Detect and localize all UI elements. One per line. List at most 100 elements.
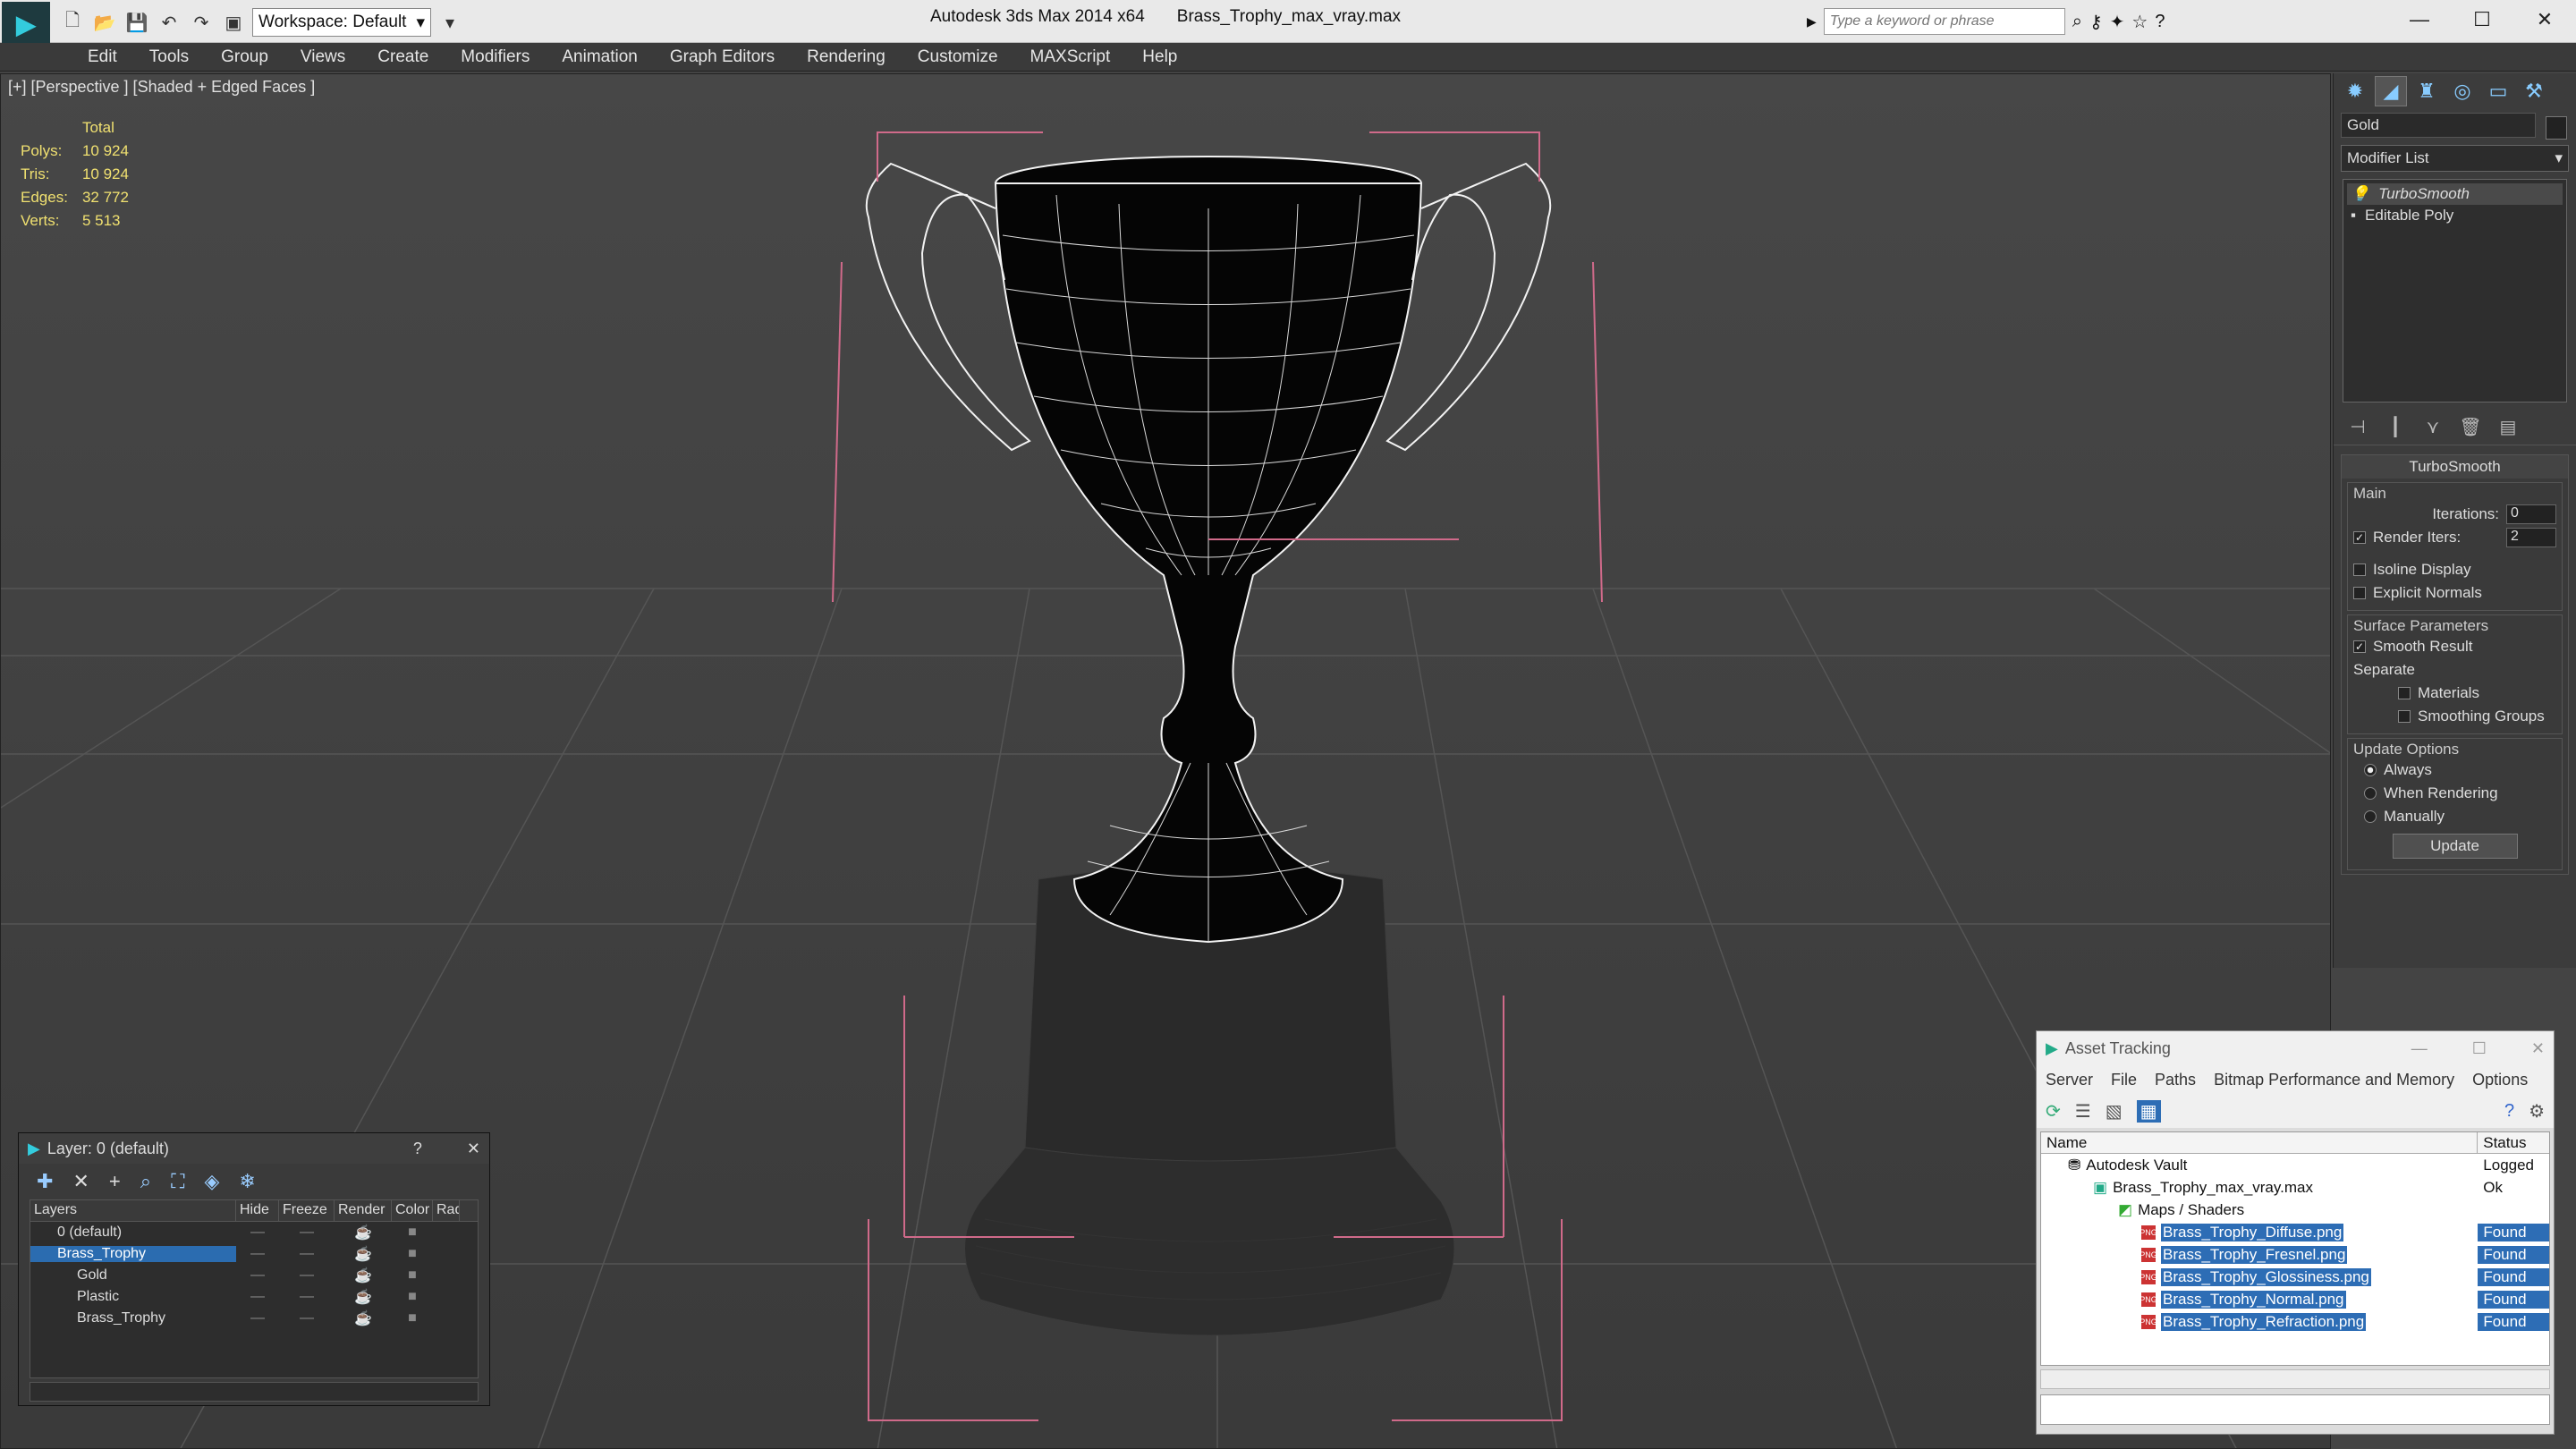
create-layer-icon[interactable]: ✚: [37, 1170, 53, 1193]
asset-row[interactable]: PNG Brass_Trophy_Glossiness.png Found: [2041, 1266, 2549, 1288]
asset-path-field[interactable]: [2040, 1394, 2550, 1425]
make-unique-icon[interactable]: ⋎: [2419, 416, 2446, 438]
isoline-checkbox[interactable]: [2353, 564, 2366, 576]
project-folder-icon[interactable]: ▣: [220, 9, 247, 36]
binoculars-icon[interactable]: ⌕: [2072, 12, 2082, 32]
layer-row[interactable]: Brass_Trophy — — ☕ ■: [30, 1243, 478, 1265]
list-view-icon[interactable]: ☰: [2075, 1100, 2091, 1123]
viewport-label[interactable]: [+] [Perspective ] [Shaded + Edged Faces…: [8, 78, 315, 97]
column-status[interactable]: Status: [2478, 1132, 2549, 1153]
menu-group[interactable]: Group: [205, 47, 284, 67]
render-teapot-icon[interactable]: ☕: [335, 1224, 392, 1241]
close-icon[interactable]: ✕: [2513, 0, 2576, 39]
highlight-layer-icon[interactable]: ⛶: [171, 1170, 184, 1193]
menu-views[interactable]: Views: [284, 47, 361, 67]
object-row[interactable]: Plastic — — ☕ ■: [30, 1286, 478, 1308]
menu-graph-editors[interactable]: Graph Editors: [654, 47, 791, 67]
asset-horizontal-scrollbar[interactable]: [2040, 1369, 2550, 1389]
render-teapot-icon[interactable]: ☕: [335, 1309, 392, 1327]
help-icon[interactable]: ?: [2155, 12, 2165, 32]
show-end-result-icon[interactable]: ┃: [2382, 416, 2409, 438]
menu-create[interactable]: Create: [361, 47, 445, 67]
key-icon[interactable]: ⚷: [2089, 11, 2103, 33]
utilities-tab-icon[interactable]: ⚒: [2518, 76, 2550, 106]
display-tab-icon[interactable]: ▭: [2482, 76, 2514, 106]
close-icon[interactable]: ✕: [2531, 1039, 2545, 1058]
menu-customize[interactable]: Customize: [902, 47, 1014, 67]
layer-color-swatch[interactable]: ■: [392, 1310, 433, 1326]
settings-icon[interactable]: ⚙: [2529, 1100, 2545, 1123]
maximize-icon[interactable]: ☐: [2472, 1039, 2487, 1058]
column-radiosity[interactable]: Rad: [433, 1200, 460, 1221]
freeze-toggle[interactable]: —: [279, 1289, 335, 1305]
hide-toggle[interactable]: —: [236, 1267, 279, 1284]
layer-color-swatch[interactable]: ■: [392, 1289, 433, 1305]
freeze-toggle[interactable]: —: [279, 1246, 335, 1262]
menu-server[interactable]: Server: [2046, 1071, 2093, 1089]
menu-options[interactable]: Options: [2472, 1071, 2528, 1089]
hide-toggle[interactable]: —: [236, 1289, 279, 1305]
freeze-toggle[interactable]: —: [279, 1224, 335, 1241]
save-icon[interactable]: 💾: [123, 9, 150, 36]
menu-file[interactable]: File: [2111, 1071, 2137, 1089]
object-row[interactable]: Brass_Trophy — — ☕ ■: [30, 1308, 478, 1329]
asset-row[interactable]: ◩ Maps / Shaders: [2041, 1199, 2549, 1221]
asset-row[interactable]: ▣ Brass_Trophy_max_vray.max Ok: [2041, 1176, 2549, 1199]
redo-icon[interactable]: ↷: [188, 9, 215, 36]
star-icon[interactable]: ☆: [2131, 11, 2148, 33]
configure-sets-icon[interactable]: ▤: [2495, 416, 2521, 438]
remove-modifier-icon[interactable]: 🗑: [2457, 416, 2484, 438]
render-iters-spinner[interactable]: 2: [2506, 528, 2556, 547]
lightbulb-icon[interactable]: 💡: [2351, 185, 2369, 203]
thumbnail-view-icon[interactable]: ▧: [2106, 1100, 2123, 1123]
update-button[interactable]: Update: [2392, 834, 2518, 859]
minimize-icon[interactable]: —: [2388, 0, 2451, 39]
when-rendering-radio[interactable]: [2364, 787, 2377, 800]
menu-tools[interactable]: Tools: [133, 47, 205, 67]
render-iters-checkbox[interactable]: ✓: [2353, 531, 2366, 544]
layer-color-swatch[interactable]: ■: [392, 1224, 433, 1241]
column-layers[interactable]: Layers: [30, 1200, 236, 1221]
always-radio[interactable]: [2364, 764, 2377, 776]
freeze-all-icon[interactable]: ❄: [239, 1170, 255, 1193]
new-file-icon[interactable]: 🗋: [59, 9, 86, 36]
layer-row[interactable]: 0 (default) — — ☕ ■: [30, 1222, 478, 1243]
layer-color-swatch[interactable]: ■: [392, 1267, 433, 1284]
app-logo-icon[interactable]: ▶: [2, 2, 50, 47]
stack-item-turbosmooth[interactable]: 💡 TurboSmooth: [2347, 183, 2563, 205]
iterations-spinner[interactable]: 0: [2506, 504, 2556, 524]
add-to-layer-icon[interactable]: +: [109, 1170, 121, 1193]
freeze-toggle[interactable]: —: [279, 1310, 335, 1326]
column-name[interactable]: Name: [2041, 1132, 2479, 1153]
create-tab-icon[interactable]: ✹: [2339, 76, 2371, 106]
asset-row[interactable]: PNG Brass_Trophy_Diffuse.png Found: [2041, 1221, 2549, 1243]
hide-all-icon[interactable]: ◈: [204, 1170, 219, 1193]
hierarchy-tab-icon[interactable]: ♜: [2411, 76, 2443, 106]
maximize-icon[interactable]: ☐: [2451, 0, 2513, 39]
menu-help[interactable]: Help: [1126, 47, 1193, 67]
smoothing-groups-checkbox[interactable]: [2398, 710, 2411, 723]
hide-toggle[interactable]: —: [236, 1224, 279, 1241]
workspace-options-icon[interactable]: ▾: [436, 9, 463, 36]
menu-modifiers[interactable]: Modifiers: [445, 47, 546, 67]
layer-horizontal-scrollbar[interactable]: [30, 1382, 479, 1402]
column-hide[interactable]: Hide: [236, 1200, 279, 1221]
freeze-toggle[interactable]: —: [279, 1267, 335, 1284]
column-freeze[interactable]: Freeze: [279, 1200, 335, 1221]
table-view-icon[interactable]: ▦: [2136, 1099, 2161, 1123]
menu-bitmap-performance[interactable]: Bitmap Performance and Memory: [2214, 1071, 2454, 1089]
pin-stack-icon[interactable]: ⊣: [2344, 416, 2371, 438]
minimize-icon[interactable]: —: [2411, 1039, 2428, 1058]
close-icon[interactable]: ✕: [467, 1140, 480, 1158]
workspace-dropdown[interactable]: Workspace: Default ▾: [252, 8, 431, 37]
delete-layer-icon[interactable]: ✕: [72, 1170, 89, 1193]
menu-edit[interactable]: Edit: [72, 47, 133, 67]
hide-toggle[interactable]: —: [236, 1310, 279, 1326]
hide-toggle[interactable]: —: [236, 1246, 279, 1262]
help-button[interactable]: ?: [413, 1140, 422, 1158]
expand-arrow-icon[interactable]: ▶: [1807, 14, 1817, 30]
asset-row[interactable]: PNG Brass_Trophy_Refraction.png Found: [2041, 1310, 2549, 1333]
asset-row[interactable]: ⛃ Autodesk Vault Logged: [2041, 1154, 2549, 1176]
menu-paths[interactable]: Paths: [2155, 1071, 2196, 1089]
explicit-normals-checkbox[interactable]: [2353, 587, 2366, 599]
